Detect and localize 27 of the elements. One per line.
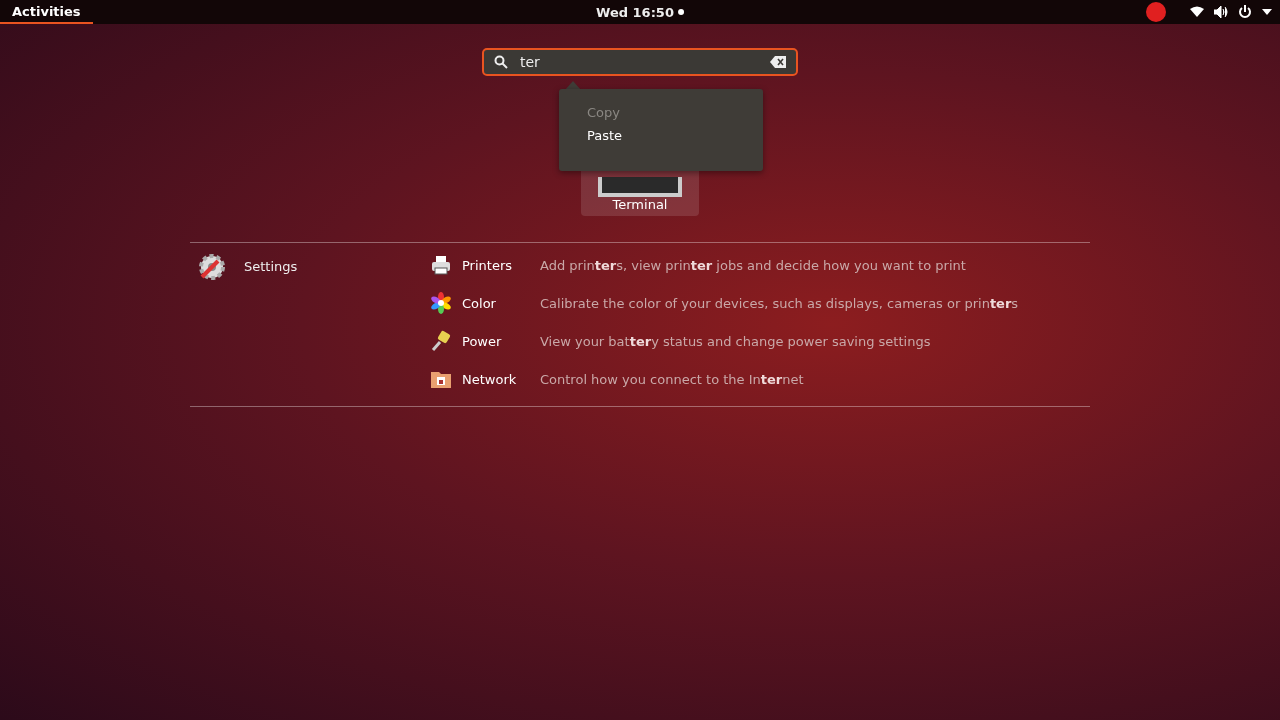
clock[interactable]: Wed 16:50 bbox=[596, 4, 674, 20]
record-indicator-icon[interactable] bbox=[1146, 2, 1166, 22]
search-icon bbox=[494, 55, 508, 69]
result-description: Control how you connect to the Internet bbox=[540, 371, 804, 387]
power-icon[interactable] bbox=[1238, 5, 1252, 19]
app-label: Terminal bbox=[612, 197, 668, 212]
activities-button[interactable]: Activities bbox=[0, 0, 93, 24]
caret-icon[interactable] bbox=[1262, 9, 1272, 15]
search-input[interactable]: ter bbox=[520, 54, 758, 70]
gear-icon bbox=[198, 253, 226, 281]
flower-icon bbox=[430, 292, 452, 314]
result-description: View your battery status and change power saving settings bbox=[540, 333, 931, 349]
result-description: Calibrate the color of your devices, such as displays, cameras or printers bbox=[540, 295, 1019, 311]
result-name[interactable]: Printers bbox=[462, 257, 540, 273]
plug-icon bbox=[430, 330, 452, 352]
result-name[interactable]: Network bbox=[462, 371, 540, 387]
result-name[interactable]: Power bbox=[462, 333, 540, 349]
result-name[interactable]: Color bbox=[462, 295, 540, 311]
menu-item[interactable]: Paste bbox=[587, 128, 763, 143]
printer-icon bbox=[430, 254, 452, 276]
volume-icon[interactable] bbox=[1214, 6, 1228, 18]
result-description: Add printers, view printer jobs and decide how you want to print bbox=[540, 257, 966, 273]
clear-icon[interactable] bbox=[770, 56, 786, 68]
search-field[interactable]: ter bbox=[482, 48, 798, 76]
terminal-icon bbox=[598, 177, 682, 197]
provider-label[interactable]: Settings bbox=[244, 259, 298, 274]
wifi-icon[interactable] bbox=[1190, 6, 1204, 18]
